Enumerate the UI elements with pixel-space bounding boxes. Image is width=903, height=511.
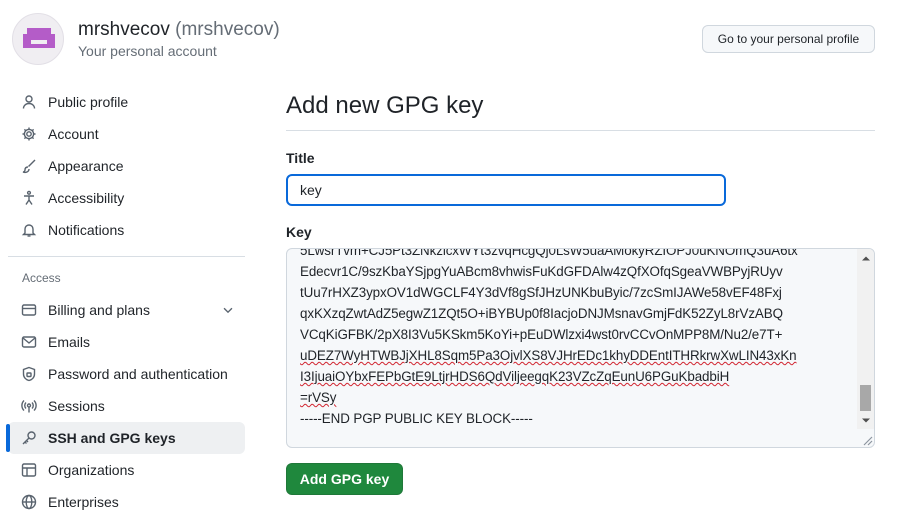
broadcast-icon — [20, 397, 38, 415]
key-line: VCqKiGFBK/2pX8I3Vu5KSkm5KoYi+pEuDWlzxi4w… — [300, 327, 783, 342]
resize-grip-icon[interactable] — [861, 434, 873, 446]
key-textarea[interactable]: 5LwsrTvm+CJ5Pt3ZNkzlcxWYt3zvqHcgQj0LsW5u… — [286, 248, 875, 448]
key-line: tUu7rHXZ3ypxOV1dWGCLF4Y3dVf8gSfJHzUNKbuB… — [300, 285, 782, 300]
account-name: mrshvecov (mrshvecov) — [78, 19, 280, 41]
sidebar-item-label: Appearance — [48, 158, 124, 174]
identicon-avatar-icon — [23, 28, 55, 48]
title-input[interactable] — [286, 174, 726, 206]
gear-icon — [20, 125, 38, 143]
key-checksum: =rVSy — [300, 390, 337, 405]
sidebar-item-label: Emails — [48, 334, 91, 350]
chevron-down-icon[interactable] — [221, 303, 235, 317]
page-title: Add new GPG key — [286, 92, 484, 119]
key-line: 5LwsrTvm+CJ5Pt3ZNkzlcxWYt3zvqHcgQj0LsW5u… — [300, 248, 798, 258]
sidebar-item-label: Sessions — [48, 398, 105, 414]
shield-lock-icon — [20, 365, 38, 383]
sidebar-item-appearance[interactable]: Appearance — [8, 150, 245, 182]
credit-card-icon — [20, 301, 38, 319]
key-line: I3IjuaiOYbxFEPbGtE9LtjrHDS6QdViljeegqK23… — [300, 369, 730, 384]
accessibility-icon — [20, 189, 38, 207]
key-line: -----END PGP PUBLIC KEY BLOCK----- — [300, 411, 533, 426]
paintbrush-icon — [20, 157, 38, 175]
sidebar-item-label: SSH and GPG keys — [48, 430, 176, 446]
sidebar-item-label: Public profile — [48, 94, 129, 110]
title-field-label: Title — [286, 150, 315, 166]
display-name: mrshvecov — [78, 19, 170, 40]
globe-icon — [20, 493, 38, 511]
sidebar-item-account[interactable]: Account — [8, 118, 245, 150]
sidebar-item-emails[interactable]: Emails — [8, 326, 245, 358]
sidebar-item-notifications[interactable]: Notifications — [8, 214, 245, 246]
sidebar-item-label: Organizations — [48, 462, 135, 478]
sidebar-item-accessibility[interactable]: Accessibility — [8, 182, 245, 214]
scroll-thumb[interactable] — [860, 385, 871, 411]
key-icon — [20, 429, 38, 447]
go-to-profile-button[interactable]: Go to your personal profile — [702, 25, 875, 53]
sidebar-item-organizations[interactable]: Organizations — [8, 454, 245, 486]
key-line: =rVSy — [300, 387, 855, 408]
sidebar-item-enterprises[interactable]: Enterprises — [8, 486, 245, 511]
person-icon — [20, 93, 38, 111]
sidebar-section-access: Access — [22, 271, 61, 285]
key-scrollbar[interactable] — [857, 249, 874, 429]
sidebar-item-label: Accessibility — [48, 190, 125, 206]
sidebar-item-label: Password and authentication — [48, 366, 228, 382]
key-text-content[interactable]: 5LwsrTvm+CJ5Pt3ZNkzlcxWYt3zvqHcgQj0LsW5u… — [300, 248, 855, 429]
login-name: (mrshvecov) — [175, 19, 280, 40]
key-line: uDEZ7WyHTWBJjXHL8Sqm5Pa3OjvlXS8VJHrEDc1k… — [300, 348, 797, 363]
sidebar-item-billing[interactable]: Billing and plans — [8, 294, 245, 326]
table-icon — [20, 461, 38, 479]
sidebar-item-public-profile[interactable]: Public profile — [8, 86, 245, 118]
key-line: qxKXzqZwtAdZ5egwZ1ZQt5O+iBYBUp0f8IacjoDN… — [300, 306, 783, 321]
key-line: Edecvr1C/9szKbaYSjpgYuABcm8vhwisFuKdGFDA… — [300, 264, 783, 279]
title-divider — [286, 130, 875, 131]
account-subtitle: Your personal account — [78, 43, 217, 59]
sidebar-item-sessions[interactable]: Sessions — [8, 390, 245, 422]
add-gpg-key-button[interactable]: Add GPG key — [286, 463, 403, 495]
active-indicator — [6, 424, 10, 452]
sidebar-item-label: Enterprises — [48, 494, 119, 510]
sidebar-divider — [8, 256, 245, 257]
sidebar-item-ssh-gpg-keys[interactable]: SSH and GPG keys — [8, 422, 245, 454]
key-field-label: Key — [286, 224, 312, 240]
mail-icon — [20, 333, 38, 351]
sidebar-item-label: Notifications — [48, 222, 125, 238]
avatar[interactable] — [12, 13, 64, 65]
scroll-down-arrow-icon[interactable] — [857, 412, 874, 429]
sidebar-item-label: Account — [48, 126, 99, 142]
scroll-up-arrow-icon[interactable] — [857, 249, 874, 266]
bell-icon — [20, 221, 38, 239]
sidebar-item-password[interactable]: Password and authentication — [8, 358, 245, 390]
sidebar-item-label: Billing and plans — [48, 302, 150, 318]
